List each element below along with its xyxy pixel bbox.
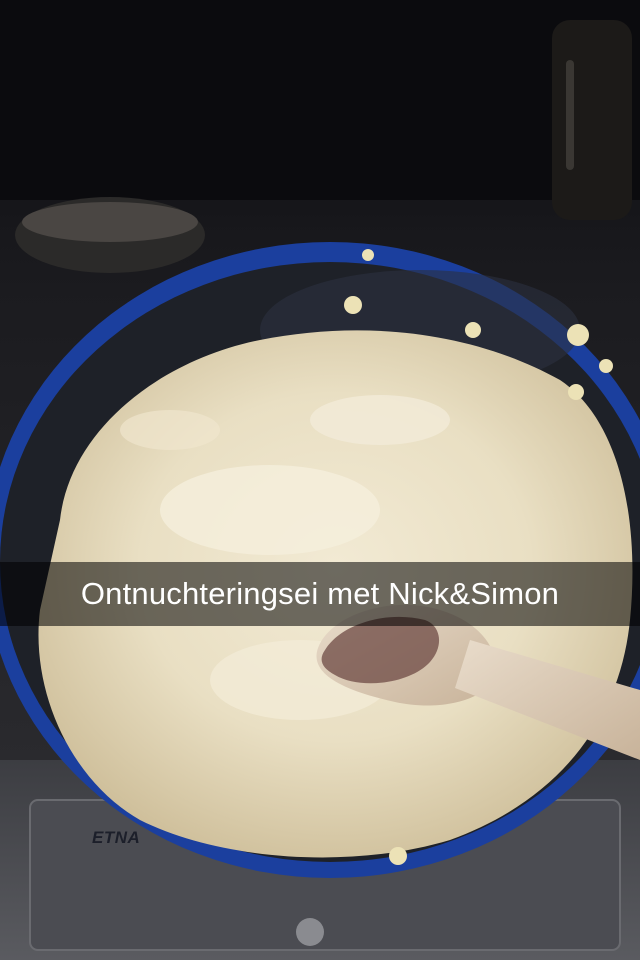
egg-bit [568,384,584,400]
stove-knob [296,918,324,946]
caption-text: Ontnuchteringsei met Nick&Simon [80,576,560,611]
back-pot-rim [22,202,198,242]
egg-bit [599,359,613,373]
sauce-lump [160,465,380,555]
background-wall [0,0,640,200]
egg-bit [389,847,407,865]
egg-bit [362,249,374,261]
bottle-highlight [566,60,574,170]
egg-bit [465,322,481,338]
caption-bar: Ontnuchteringsei met Nick&Simon [0,562,640,626]
photo: ETNA Ontnuchteringsei met Nick&Simon [0,0,640,960]
egg-bit [567,324,589,346]
stove-brand-label: ETNA [92,828,141,847]
scene [0,0,640,960]
bottle [552,20,632,220]
sauce-lump [310,395,450,445]
sauce-lump [120,410,220,450]
egg-bit [344,296,362,314]
